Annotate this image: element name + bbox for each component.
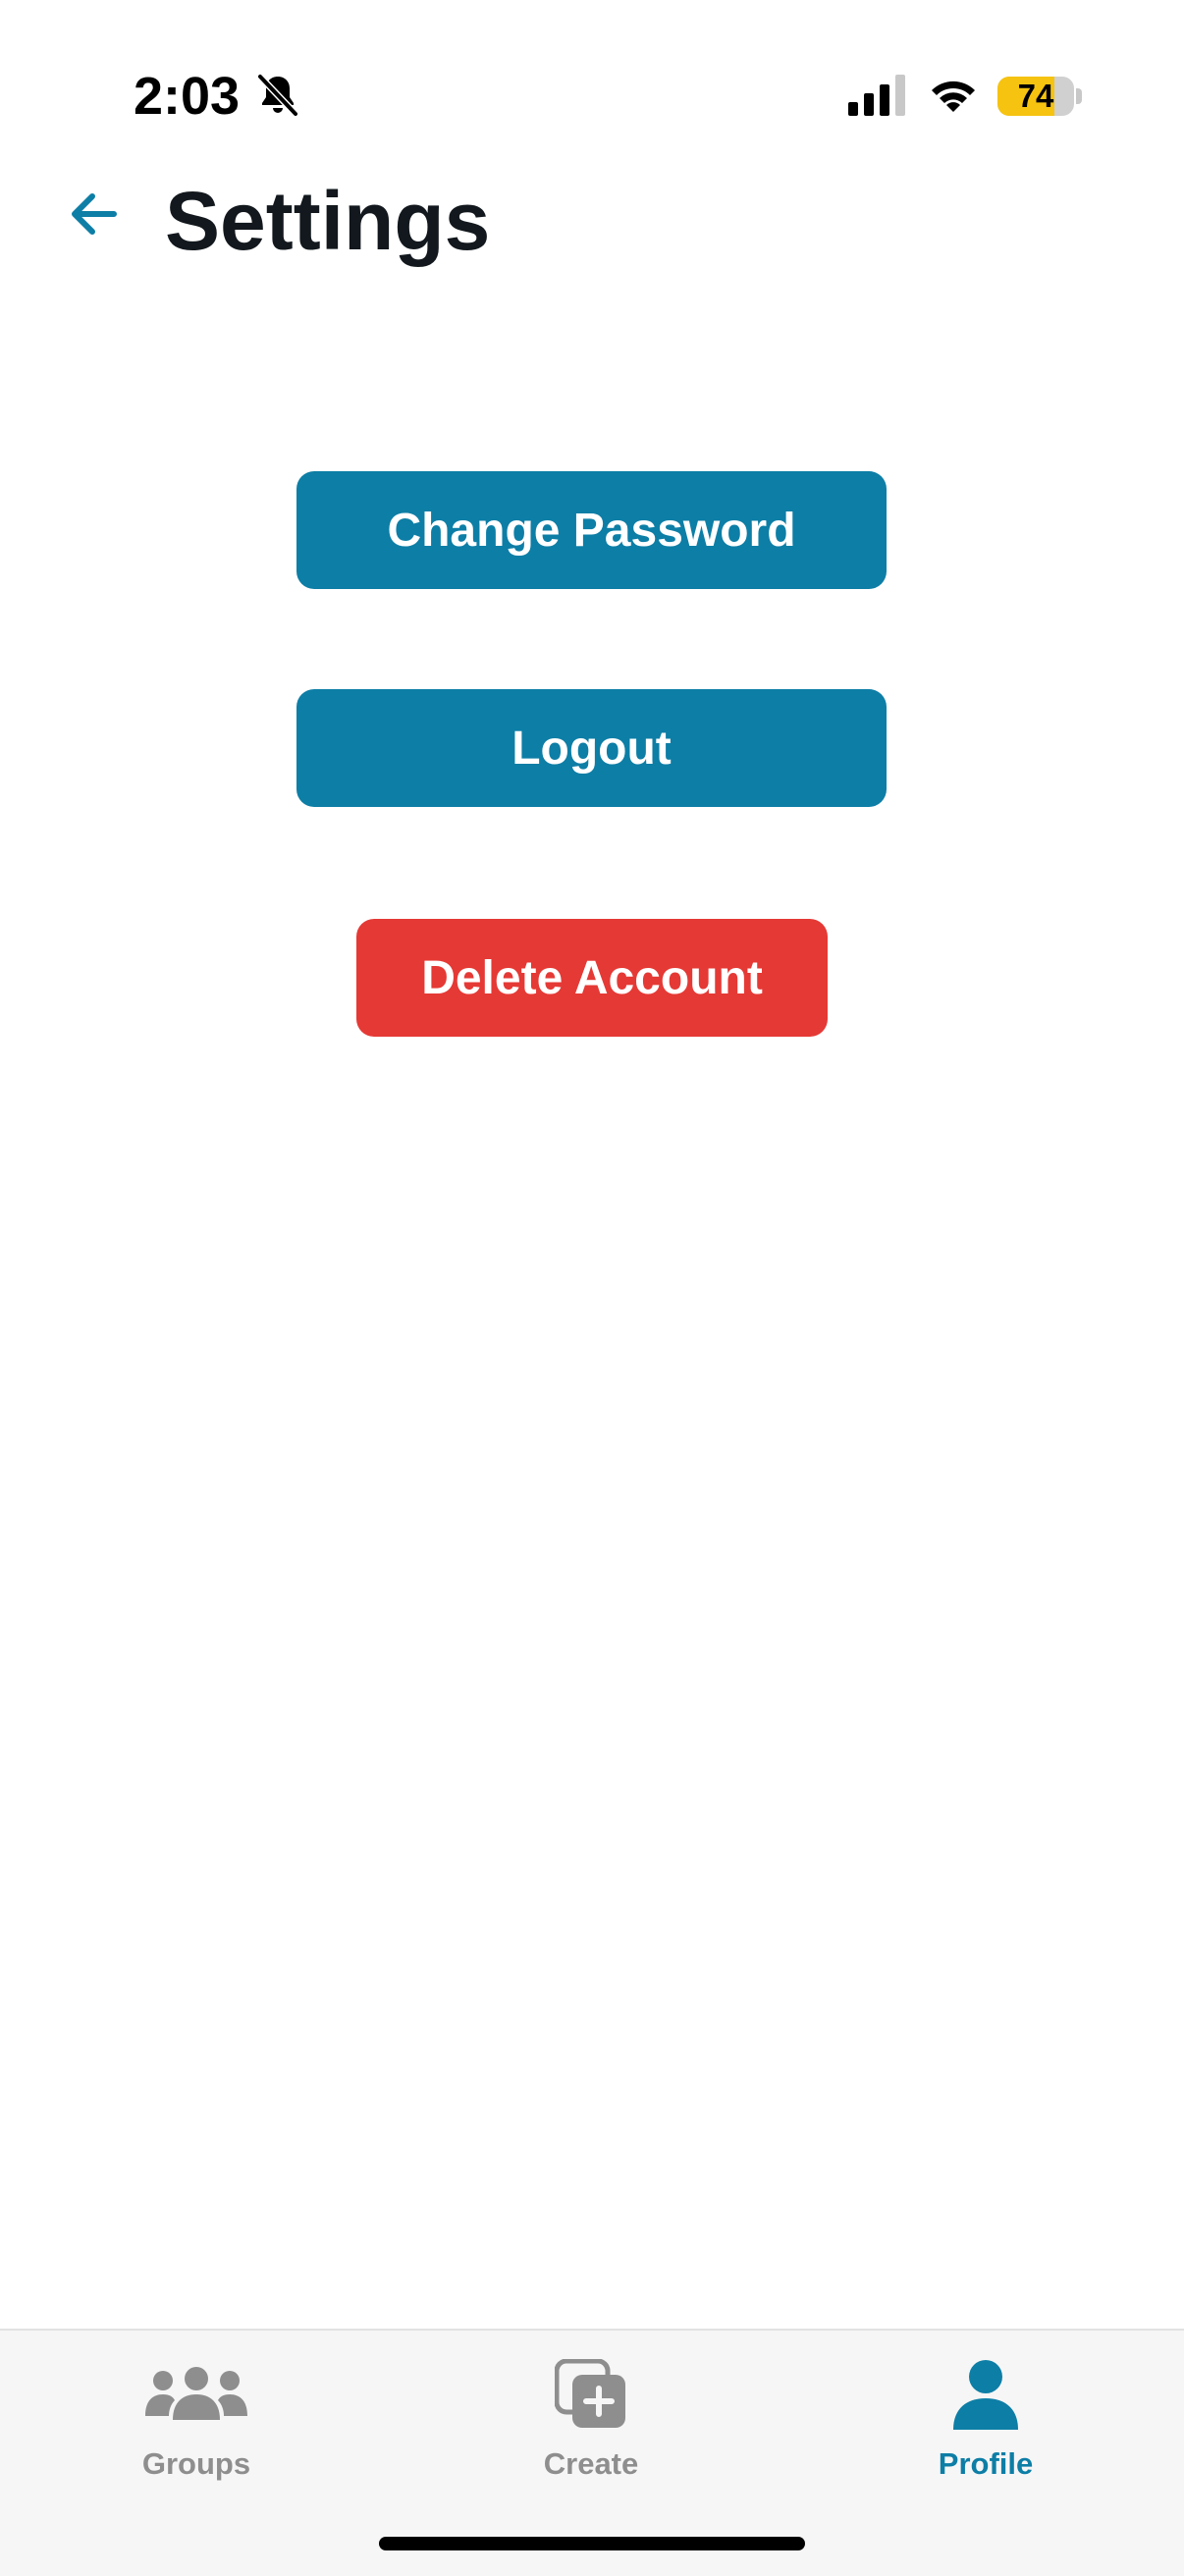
status-bar: 2:03 74: [0, 0, 1184, 147]
groups-icon: [145, 2367, 247, 2420]
create-icon: [555, 2359, 625, 2428]
status-time: 2:03: [134, 67, 241, 126]
change-password-button[interactable]: Change Password: [296, 471, 887, 589]
wifi-icon: [932, 80, 975, 112]
tab-label: Create: [543, 2446, 639, 2481]
battery-level-text: 74: [1017, 78, 1054, 114]
tab-profile[interactable]: Profile: [868, 2350, 1103, 2497]
tab-label: Profile: [938, 2446, 1034, 2481]
profile-icon: [953, 2360, 1018, 2430]
battery-icon: 74: [997, 77, 1076, 116]
arrow-left-icon: [72, 193, 117, 235]
bell-slash-icon: [256, 73, 299, 118]
battery-cap: [1076, 88, 1082, 104]
tab-groups[interactable]: Groups: [79, 2350, 314, 2497]
back-button[interactable]: [55, 175, 134, 253]
tab-create[interactable]: Create: [473, 2350, 709, 2497]
logout-button[interactable]: Logout: [296, 689, 887, 807]
home-indicator: [379, 2537, 805, 2550]
tab-label: Groups: [141, 2446, 251, 2481]
page-title: Settings: [165, 175, 491, 267]
cellular-signal-icon: [848, 75, 905, 116]
delete-account-button[interactable]: Delete Account: [356, 919, 828, 1037]
